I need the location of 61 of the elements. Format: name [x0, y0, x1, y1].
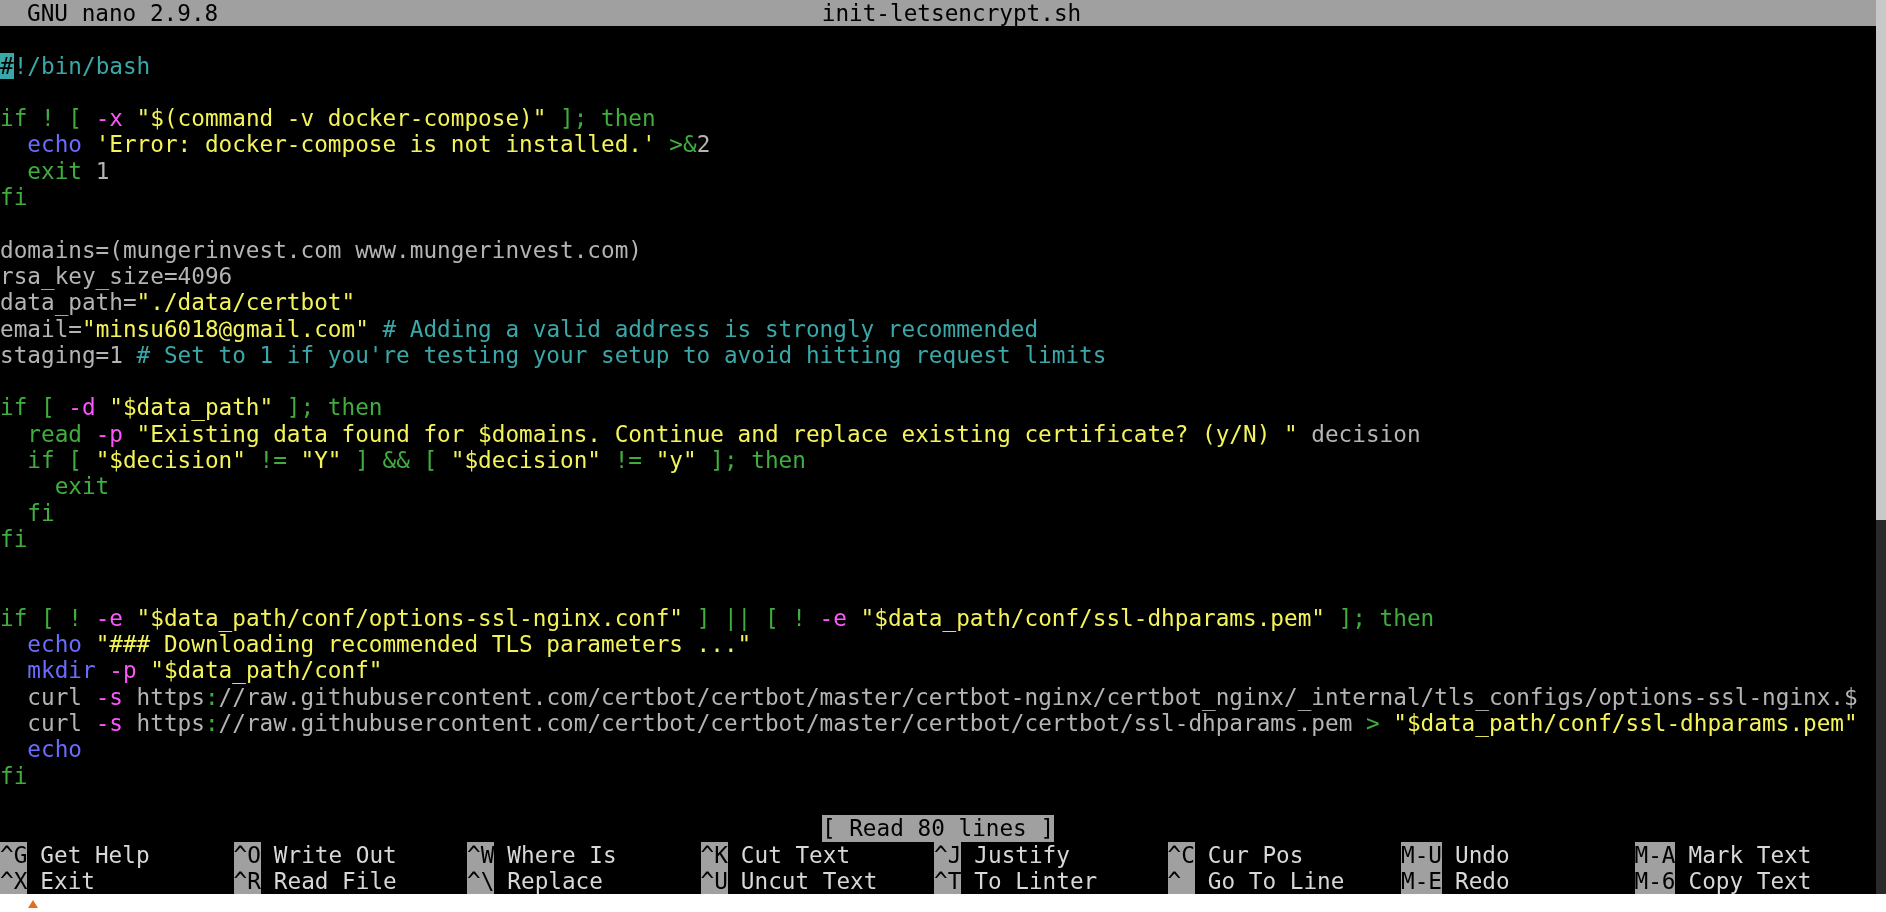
shortcut-label: Replace [507, 867, 603, 894]
code-line: fi [0, 184, 29, 211]
shortcut-label: Read File [273, 867, 397, 894]
file-name: init-letsencrypt.sh [821, 0, 1082, 27]
code-line: rsa_key_size=4096 [0, 262, 233, 290]
shortcut-label: Get Help [40, 841, 150, 868]
shortcut-key: ^R [233, 867, 261, 894]
code-line: #!/bin/bash [0, 52, 152, 79]
shortcut-key: ^K [700, 841, 728, 868]
shortcut-key: M-A [1634, 841, 1676, 868]
code-line: if ! [ -x "$(command -v docker-compose)" ]; then [0, 105, 657, 132]
shortcut-key: ^J [934, 841, 962, 868]
code-line: read -p "Existing data found for $domains. Continue and replace existing certificate? (y/N) " decision [26, 420, 1422, 448]
code-line: data_path="./data/certbot" [0, 289, 357, 316]
shortcut-label: Copy Text [1688, 867, 1812, 894]
shortcut-key: ^\ [467, 867, 495, 894]
code-line: domains=(mungerinvest.com www.mungerinvest.com) [0, 236, 643, 263]
code-line: echo 'Error: docker-compose is not installed.' >&2 [26, 131, 712, 158]
shortcut-key: M-U [1401, 841, 1442, 868]
shortcut-label: Cut Text [740, 841, 851, 868]
app-icon[interactable] [26, 898, 40, 908]
shortcut-label: Write Out [273, 841, 397, 868]
shortcut-label: Exit [40, 867, 95, 894]
code-line: curl -s https://raw.githubusercontent.com/certbot/certbot/master/certbot-nginx/certbot_nginx/_internal/tls_configs/options-ssl-nginx.$ [26, 683, 1859, 710]
scrollbar-thumb[interactable] [1876, 0, 1886, 520]
shortcut-label: To Linter [974, 867, 1098, 894]
code-line: fi [26, 499, 56, 526]
shortcut-label: Redo [1455, 867, 1510, 894]
shortcut-key: ^W [467, 841, 495, 868]
shortcut-label: Mark Text [1688, 841, 1812, 868]
code-line: email="minsu6018@gmail.com" # Adding a valid address is strongly recommended [0, 315, 1040, 342]
code-line: exit [53, 473, 111, 500]
shortcut-key: ^T [934, 867, 962, 894]
shortcut-key: ^C [1167, 841, 1195, 868]
shortcut-label: Uncut Text [740, 867, 878, 894]
code-line: staging=1 # Set to 1 if you're testing your setup to avoid hitting request limits [0, 341, 1108, 369]
code-line: mkdir -p "$data_path/conf" [26, 657, 384, 684]
shortcut-key: ^U [700, 867, 728, 894]
status-message: [ Read 80 lines ] [821, 815, 1055, 842]
code-line: fi [0, 762, 29, 789]
shortcut-label: Where Is [507, 841, 617, 868]
shortcut-key: ^G [0, 841, 28, 868]
shortcut-key: ^X [0, 867, 28, 894]
shortcut-label: Undo [1455, 841, 1510, 868]
code-line: if [ ! -e "$data_path/conf/options-ssl-nginx.conf" ] || [ ! -e "$data_path/conf/ssl-dhparams.pem" ]; then [0, 604, 1436, 632]
shortcut-key: M-E [1401, 867, 1442, 894]
code-line: echo "### Downloading recommended TLS parameters ..." [26, 631, 753, 658]
code-line: if [ -d "$data_path" ]; then [0, 394, 384, 421]
code-line: exit 1 [26, 157, 111, 185]
app-version: GNU nano 2.9.8 [27, 0, 220, 27]
code-line: if [ "$decision" != "Y" ] && [ "$decision" != "y" ]; then [26, 447, 807, 474]
code-line: echo [26, 736, 83, 763]
shortcut-label: Justify [974, 841, 1070, 868]
shortcut-key: M-6 [1634, 867, 1676, 894]
shortcut-label: Cur Pos [1207, 841, 1304, 868]
code-line: curl -s https://raw.githubusercontent.com/certbot/certbot/master/certbot/certbot/ssl-dhparams.pem > "$data_path/conf/ssl-dhparams.pem" [26, 710, 1859, 737]
shortcut-key: ^_ [1167, 867, 1195, 894]
scrollbar[interactable] [1876, 0, 1886, 894]
shortcut-key: ^O [233, 841, 261, 868]
code-line: fi [0, 525, 29, 553]
shortcut-label: Go To Line [1207, 867, 1345, 894]
